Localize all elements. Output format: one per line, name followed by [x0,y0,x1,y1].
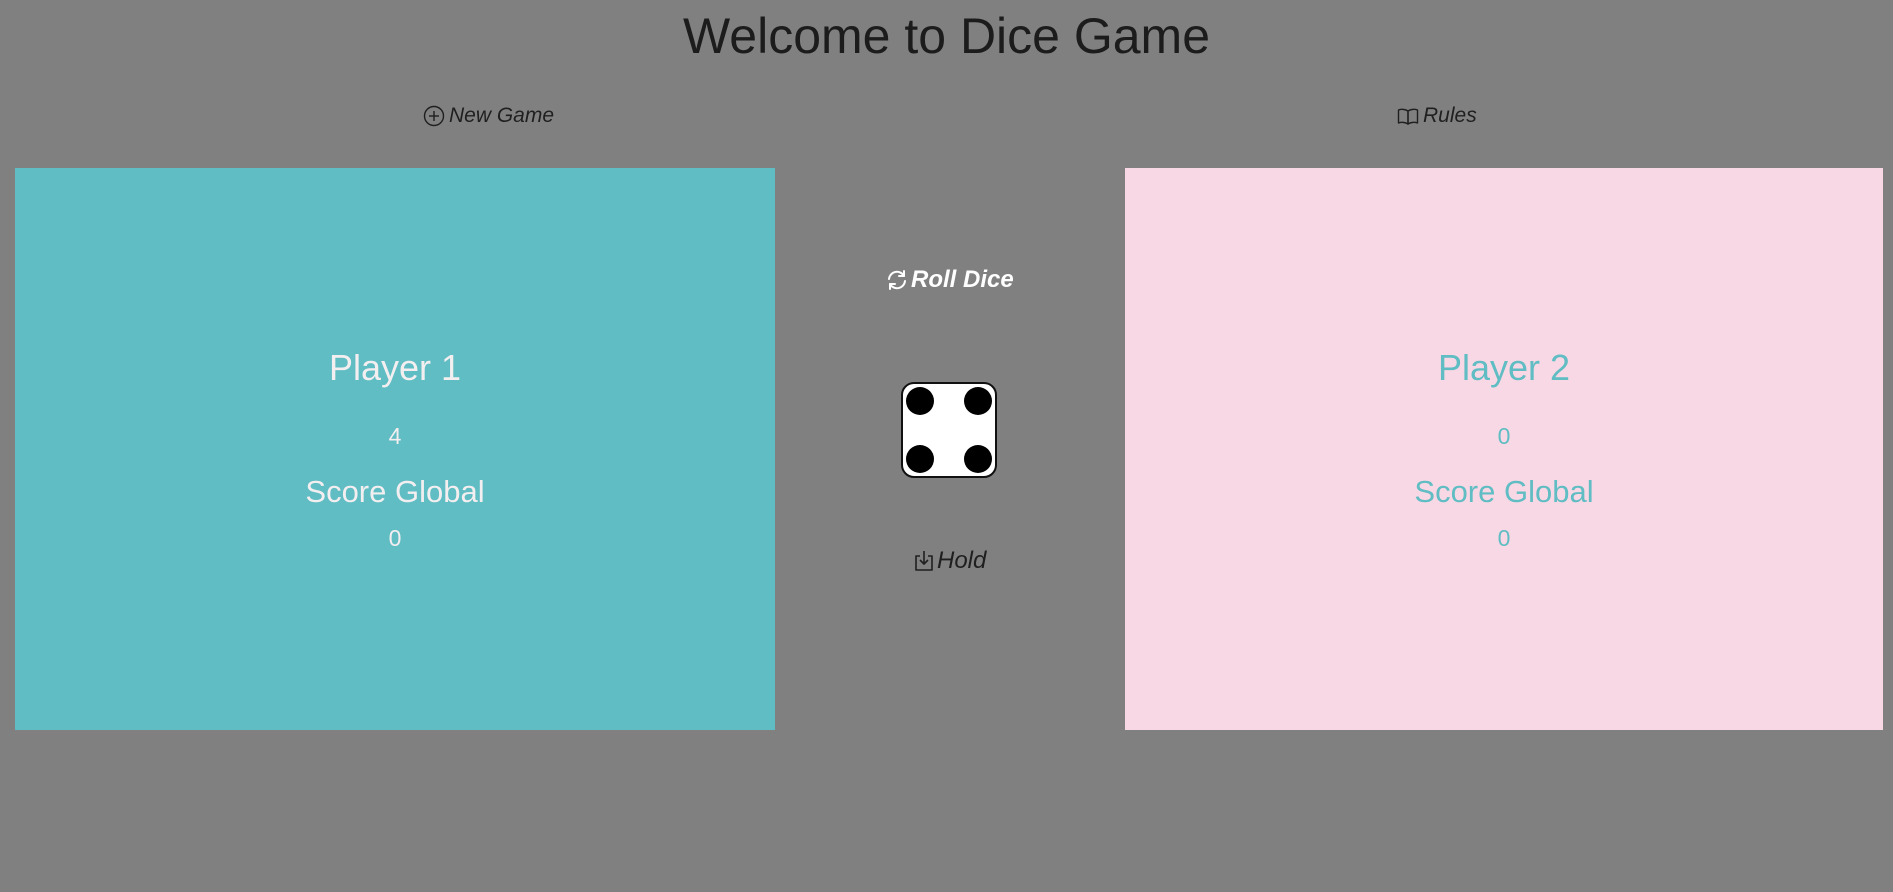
roll-dice-button[interactable]: Roll Dice [885,266,1014,294]
player-2-global-label: Score Global [1414,474,1594,509]
player-1-global-label: Score Global [305,474,485,509]
dice-pip [964,445,992,473]
dice-pip [906,445,934,473]
plus-circle-icon [423,105,445,127]
rules-label: Rules [1423,104,1477,127]
download-tray-icon [915,551,933,571]
new-game-button[interactable]: New Game [423,103,554,129]
dice-pip [906,387,934,415]
player-2-round-score: 0 [1497,423,1511,449]
new-game-label: New Game [449,104,555,127]
player-2-global-score: 0 [1497,525,1511,551]
book-icon [1397,108,1419,125]
roll-dice-label: Roll Dice [911,266,1014,293]
player-2-panel: Player 2 0 Score Global 0 [1125,168,1883,730]
player-1-global-score: 0 [388,525,402,551]
hold-button[interactable]: Hold [913,547,986,575]
dice-pip [964,387,992,415]
refresh-icon [888,270,906,290]
player-1-name: Player 1 [328,347,462,388]
rules-button[interactable]: Rules [1397,103,1477,129]
player-1-round-score: 4 [388,423,402,449]
player-2-name: Player 2 [1437,347,1571,388]
page-title: Welcome to Dice Game [682,8,1211,64]
player-1-panel: Player 1 4 Score Global 0 [15,168,775,730]
hold-label: Hold [937,547,987,574]
dice-face [901,382,997,478]
